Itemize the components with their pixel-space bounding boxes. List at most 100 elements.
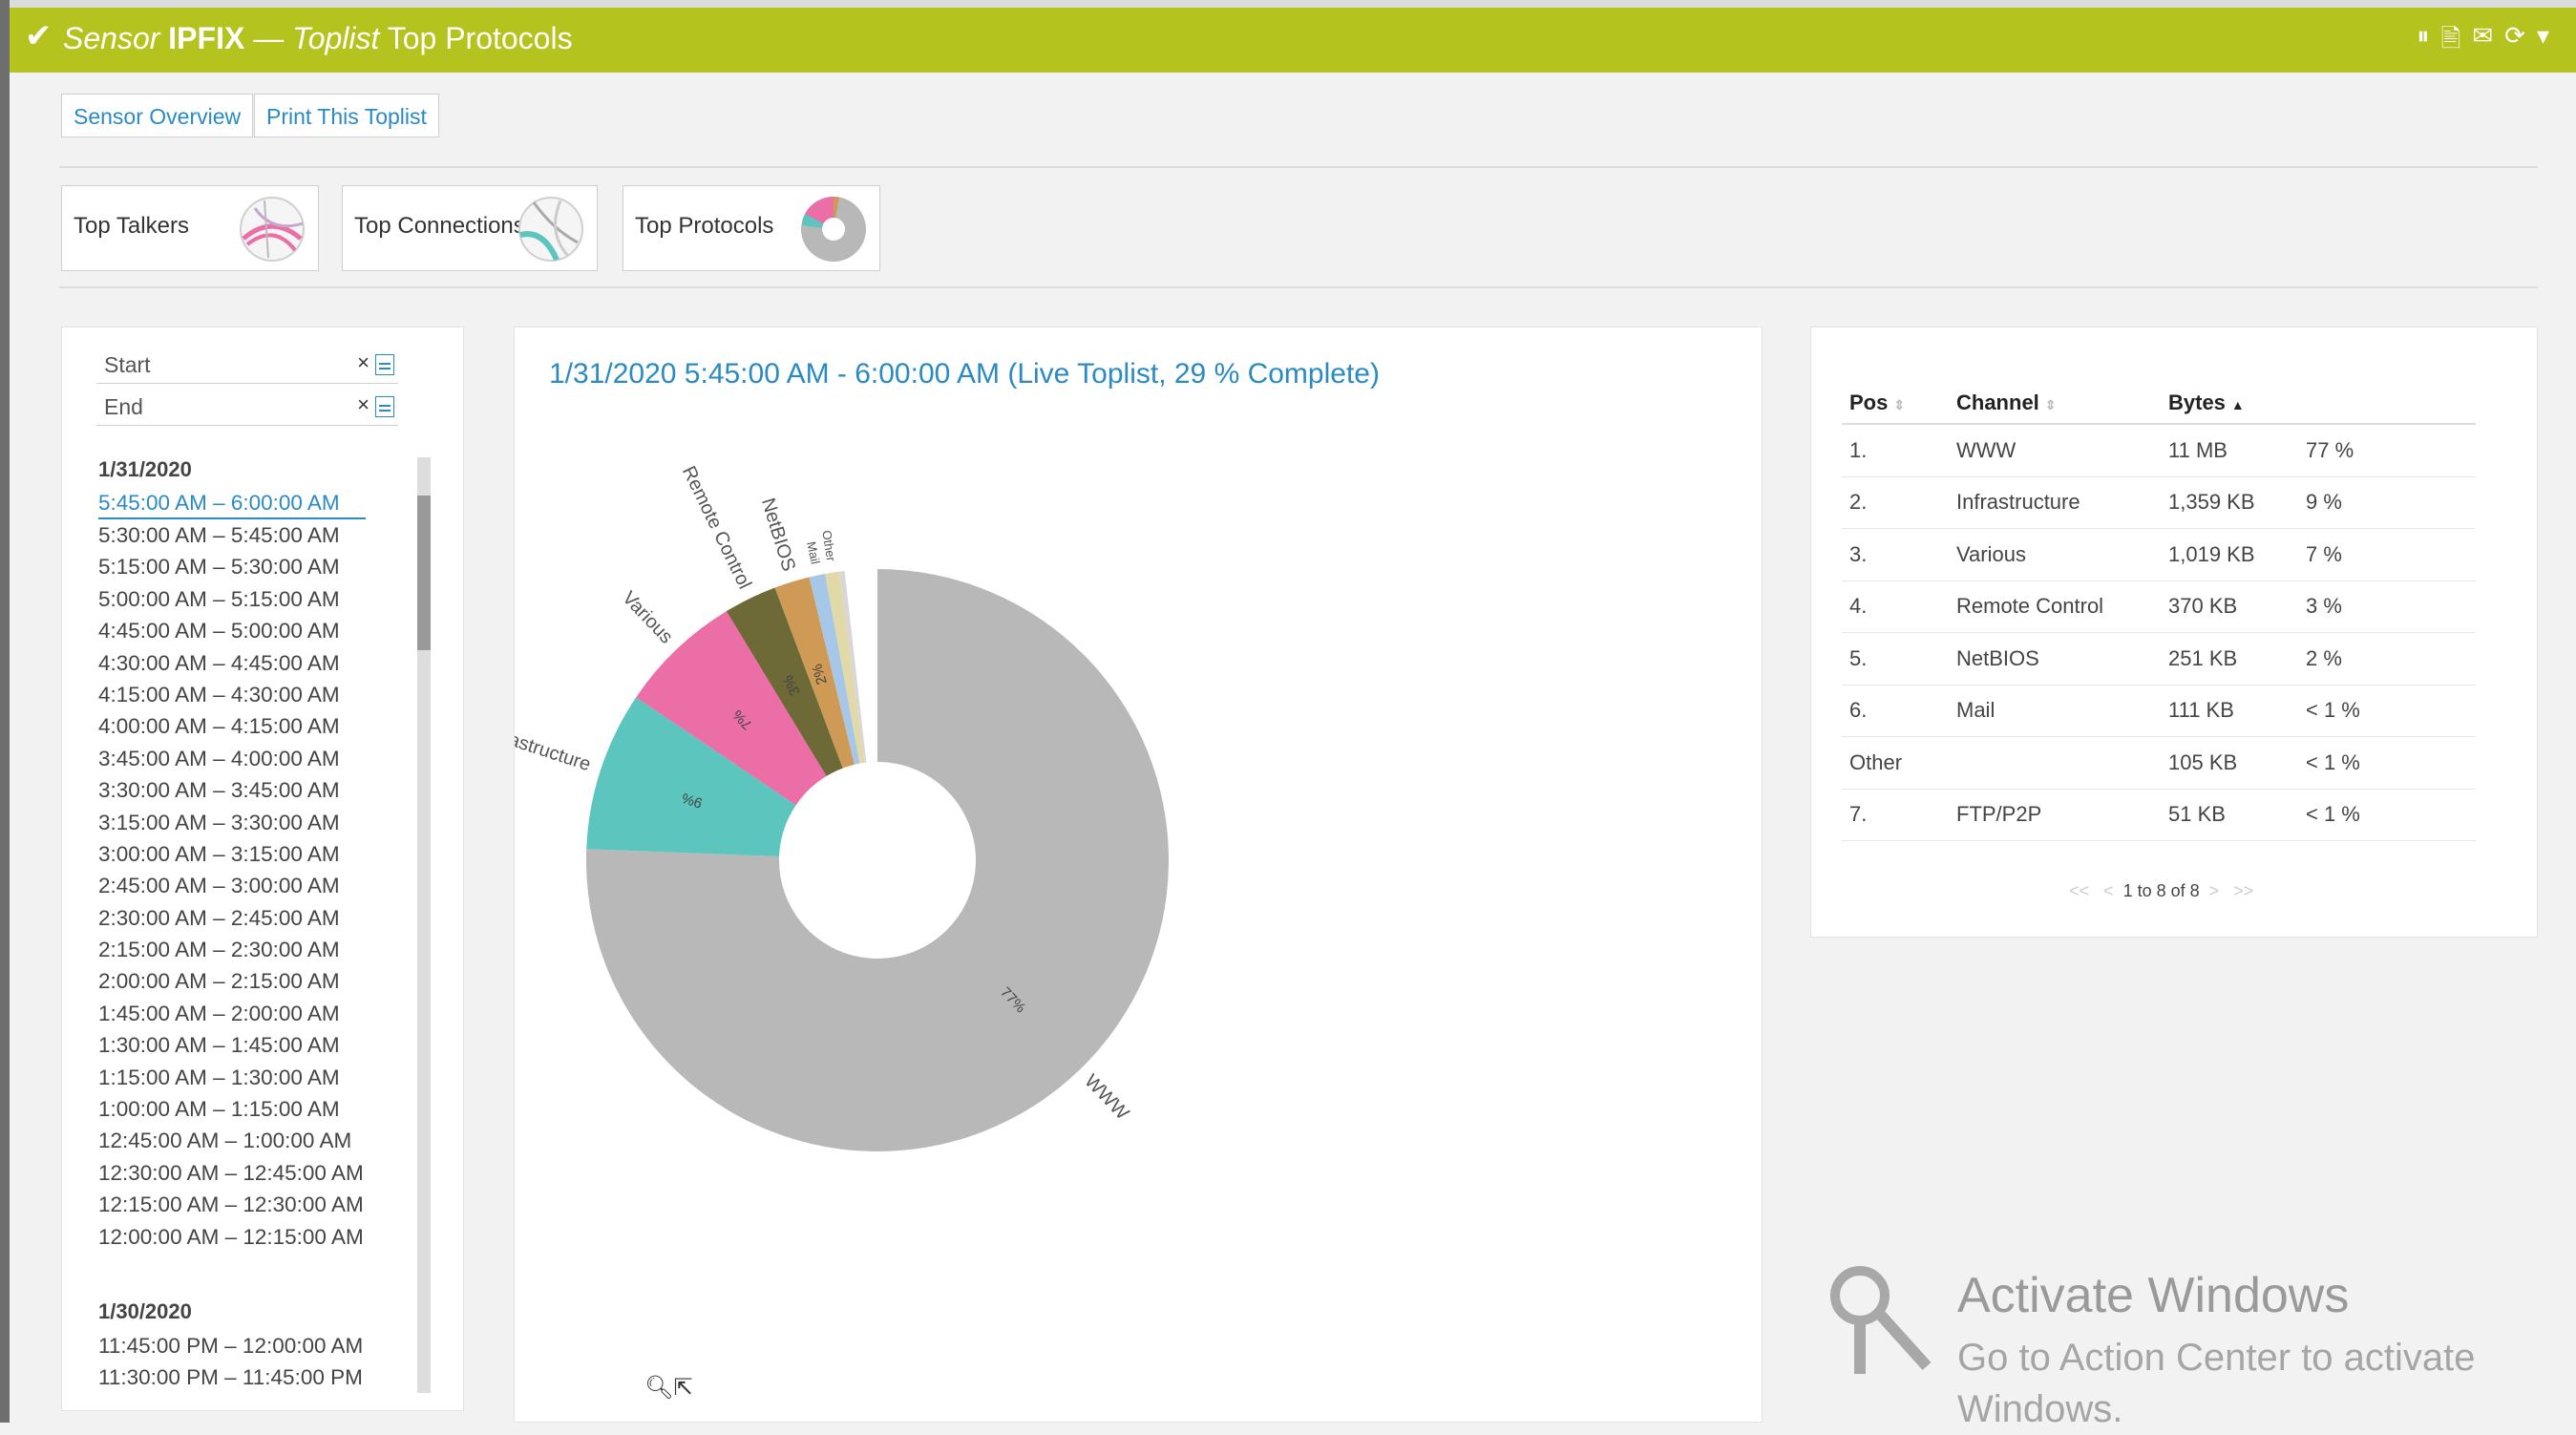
end-date-field[interactable]: End × (96, 390, 398, 426)
time-range-item[interactable]: 2:45:00 AM – 3:00:00 AM (98, 870, 366, 901)
table-row[interactable]: 1. WWW 11 MB 77 % (1842, 424, 2476, 477)
left-window-edge (0, 0, 10, 1423)
chevron-down-icon[interactable]: ▾ (2537, 21, 2549, 63)
column-header-channel[interactable]: Channel ⇕ (1949, 383, 2161, 425)
clear-start-icon[interactable]: × (357, 350, 370, 375)
email-icon[interactable]: ✉ (2472, 21, 2493, 63)
column-header-pos[interactable]: Pos ⇕ (1842, 383, 1949, 425)
cell-bytes: 105 KB (2161, 736, 2298, 790)
time-range-item[interactable]: 5:45:00 AM – 6:00:00 AM (98, 488, 366, 519)
first-page-button[interactable]: << (2069, 881, 2089, 900)
cell-pct: 2 % (2298, 632, 2476, 686)
clear-end-icon[interactable]: × (357, 392, 370, 417)
date-heading: 1/31/2020 (98, 457, 192, 481)
time-range-item[interactable]: 1:45:00 AM – 2:00:00 AM (98, 998, 366, 1029)
tab-top-protocols[interactable]: Top Protocols (623, 185, 880, 271)
time-range-item[interactable]: 3:00:00 AM – 3:15:00 AM (98, 838, 366, 870)
column-header-bytes[interactable]: Bytes ▲ (2161, 383, 2298, 425)
time-range-item[interactable]: 12:45:00 AM – 1:00:00 AM (98, 1125, 366, 1156)
time-range-item[interactable]: 5:00:00 AM – 5:15:00 AM (98, 583, 366, 615)
time-range-item[interactable]: 2:30:00 AM – 2:45:00 AM (98, 902, 366, 934)
time-range-item[interactable]: 11:45:00 PM – 12:00:00 AM (98, 1330, 363, 1361)
pause-icon[interactable]: ⏸ (2417, 21, 2429, 63)
cell-channel: NetBIOS (1949, 632, 2161, 686)
tab-top-connections[interactable]: Top Connections (342, 185, 598, 271)
time-range-item[interactable]: 4:45:00 AM – 5:00:00 AM (98, 615, 366, 646)
refresh-icon[interactable]: ⟳ (2504, 21, 2525, 63)
title-separator: — (253, 21, 285, 55)
time-range-item[interactable]: 1:00:00 AM – 1:15:00 AM (98, 1093, 366, 1125)
slice-category-label: NetBIOS (757, 496, 799, 574)
table-row[interactable]: Other 105 KB < 1 % (1842, 736, 2476, 790)
slice-category-label: Infrastructure (515, 721, 593, 776)
cell-bytes: 1,019 KB (2161, 528, 2298, 581)
protocol-donut-chart: 77%WWW9%Infrastructure7%Various3%Remote … (515, 463, 1169, 1151)
time-range-item[interactable]: 3:45:00 AM – 4:00:00 AM (98, 743, 366, 774)
end-placeholder: End (104, 394, 143, 419)
sensor-overview-button[interactable]: Sensor Overview (61, 94, 254, 137)
time-range-item[interactable]: 2:15:00 AM – 2:30:00 AM (98, 934, 366, 965)
divider (59, 286, 2538, 288)
time-range-list: 5:45:00 AM – 6:00:00 AM 5:30:00 AM – 5:45… (98, 488, 366, 1253)
cell-pct: 9 % (2298, 476, 2476, 529)
table-row[interactable]: 6. Mail 111 KB < 1 % (1842, 685, 2476, 737)
next-page-button[interactable]: > (2209, 881, 2220, 900)
start-date-field[interactable]: Start × (96, 348, 398, 384)
calendar-icon[interactable] (375, 396, 394, 417)
last-page-button[interactable]: >> (2233, 881, 2253, 900)
time-range-item[interactable]: 1:30:00 AM – 1:45:00 AM (98, 1029, 366, 1061)
report-icon[interactable]: 🖹 (2440, 21, 2460, 63)
cell-pct: 3 % (2298, 580, 2476, 633)
time-range-item[interactable]: 4:00:00 AM – 4:15:00 AM (98, 710, 366, 742)
divider (59, 166, 2538, 168)
cell-bytes: 111 KB (2161, 685, 2298, 737)
zoom-expand-icon[interactable]: 🔍︎⇱ (644, 1374, 693, 1402)
toplist-table-panel: Pos ⇕ Channel ⇕ Bytes ▲ 1. WWW 11 MB 77 % 2. Inf… (1810, 327, 2538, 938)
activate-heading: Activate Windows (1957, 1268, 2350, 1323)
time-range-item[interactable]: 12:30:00 AM – 12:45:00 AM (98, 1157, 366, 1189)
time-range-item[interactable]: 5:15:00 AM – 5:30:00 AM (98, 551, 366, 582)
table-row[interactable]: 4. Remote Control 370 KB 3 % (1842, 580, 2476, 633)
cell-bytes: 11 MB (2161, 424, 2298, 477)
calendar-icon[interactable] (375, 354, 394, 375)
prev-page-button[interactable]: < (2103, 881, 2114, 900)
time-range-item[interactable]: 4:15:00 AM – 4:30:00 AM (98, 679, 366, 710)
time-range-item[interactable]: 12:00:00 AM – 12:15:00 AM (98, 1221, 366, 1253)
table-row[interactable]: 2. Infrastructure 1,359 KB 9 % (1842, 476, 2476, 529)
time-range-item[interactable]: 11:30:00 PM – 11:45:00 PM (98, 1361, 363, 1393)
scrollbar-thumb[interactable] (417, 496, 431, 650)
time-range-item[interactable]: 1:15:00 AM – 1:30:00 AM (98, 1062, 366, 1093)
tab-label: Top Talkers (74, 213, 189, 239)
table-header-row: Pos ⇕ Channel ⇕ Bytes ▲ (1842, 383, 2476, 425)
cell-channel: Remote Control (1949, 580, 2161, 633)
check-icon: ✔ (25, 18, 53, 54)
cell-pos: 7. (1842, 789, 1949, 841)
table-row[interactable]: 7. FTP/P2P 51 KB < 1 % (1842, 789, 2476, 841)
cell-pos: Other (1842, 736, 1949, 790)
time-range-item[interactable]: 4:30:00 AM – 4:45:00 AM (98, 647, 366, 679)
cell-bytes: 370 KB (2161, 580, 2298, 633)
slice-category-label: Mail (804, 540, 823, 566)
activate-subtext: Go to Action Center to activate Windows. (1957, 1337, 2476, 1430)
cell-pos: 4. (1842, 580, 1949, 633)
table-row[interactable]: 3. Various 1,019 KB 7 % (1842, 528, 2476, 581)
page-title: Sensor IPFIX — Toplist Top Protocols (63, 21, 573, 56)
table-row[interactable]: 5. NetBIOS 251 KB 2 % (1842, 632, 2476, 686)
cell-channel: Various (1949, 528, 2161, 581)
time-range-item[interactable]: 5:30:00 AM – 5:45:00 AM (98, 519, 366, 551)
sensor-title-bar: ✔ Sensor IPFIX — Toplist Top Protocols ⏸… (10, 8, 2576, 73)
tab-label: Top Connections (354, 213, 525, 239)
time-range-item[interactable]: 2:00:00 AM – 2:15:00 AM (98, 965, 366, 997)
time-range-item[interactable]: 12:15:00 AM – 12:30:00 AM (98, 1189, 366, 1220)
time-range-item[interactable]: 3:30:00 AM – 3:45:00 AM (98, 774, 366, 806)
cell-pct: < 1 % (2298, 789, 2476, 841)
cell-pct: < 1 % (2298, 736, 2476, 790)
time-range-item[interactable]: 3:15:00 AM – 3:30:00 AM (98, 807, 366, 838)
tab-top-talkers[interactable]: Top Talkers (61, 185, 319, 271)
title-toolbar: ⏸ 🖹 ✉ ⟳ ▾ (2417, 21, 2549, 63)
activate-windows-watermark: Activate Windows Go to Action Center to … (1814, 1256, 2482, 1430)
print-toplist-button[interactable]: Print This Toplist (254, 94, 439, 137)
toplist-name: Top Protocols (387, 21, 573, 55)
cell-channel: FTP/P2P (1949, 789, 2161, 841)
cell-pos: 1. (1842, 424, 1949, 477)
